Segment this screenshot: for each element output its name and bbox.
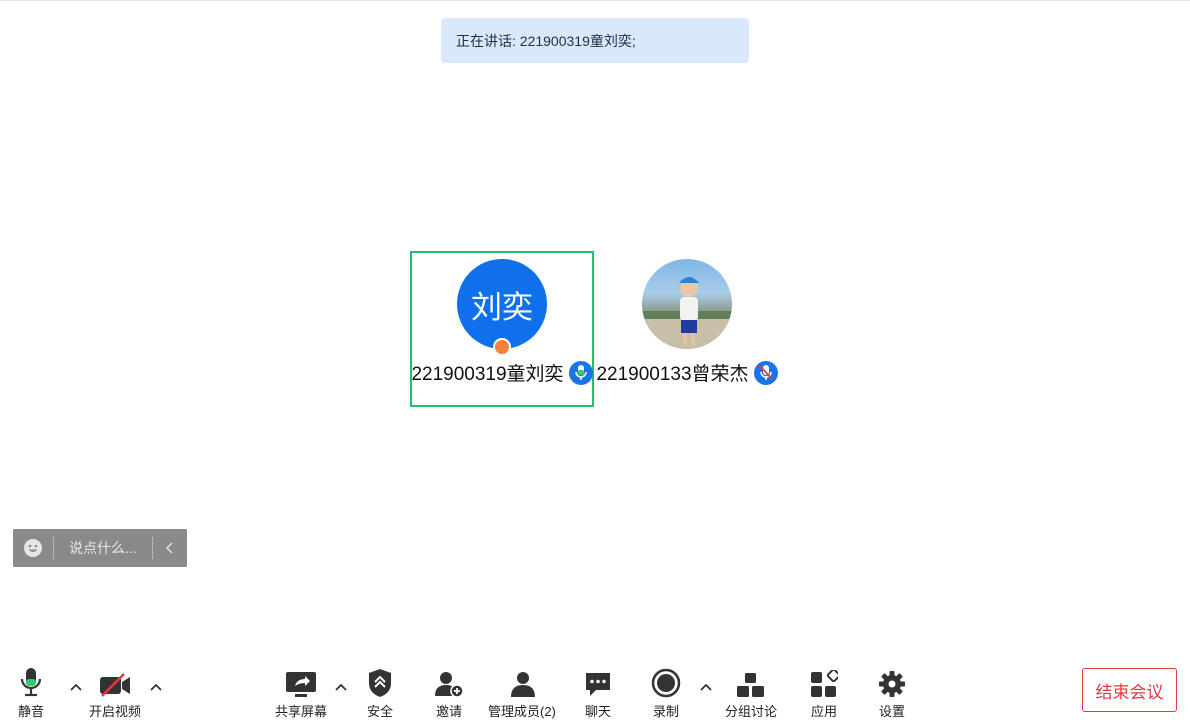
- apps-label: 应用: [810, 704, 837, 719]
- gear-icon: [878, 664, 906, 698]
- chat-input-bar[interactable]: 说点什么...: [13, 529, 187, 567]
- mic-muted-icon: [753, 360, 778, 385]
- participant-tile-1[interactable]: 刘奕 221900319童刘奕: [410, 251, 594, 407]
- microphone-icon: [18, 664, 44, 698]
- chat-label: 聊天: [584, 704, 611, 719]
- video-off-icon: [98, 664, 132, 698]
- shield-icon: [367, 664, 393, 698]
- chevron-left-icon[interactable]: [153, 542, 187, 554]
- chevron-up-icon[interactable]: [69, 680, 83, 694]
- video-label: 开启视频: [89, 704, 142, 719]
- apps-button[interactable]: 应用: [810, 664, 838, 720]
- invite-button[interactable]: 邀请: [434, 664, 464, 720]
- settings-button[interactable]: 设置: [878, 664, 906, 720]
- manage-members-button[interactable]: 管理成员(2): [488, 664, 556, 720]
- end-meeting-button[interactable]: 结束会议: [1082, 668, 1177, 712]
- chat-placeholder[interactable]: 说点什么...: [54, 538, 152, 558]
- top-divider: [0, 0, 1190, 1]
- chat-bubble-icon: [584, 664, 612, 698]
- host-icon: [493, 338, 511, 365]
- speaking-banner: 正在讲话: 221900319童刘奕;: [441, 18, 749, 63]
- mic-on-icon: [568, 360, 593, 385]
- participant-name: 221900133曾荣杰: [596, 364, 749, 385]
- breakout-rooms-button[interactable]: 分组讨论: [725, 664, 777, 720]
- record-label: 录制: [652, 704, 679, 719]
- record-button[interactable]: 录制: [651, 664, 681, 720]
- members-label: 管理成员(2): [488, 704, 556, 719]
- settings-label: 设置: [878, 704, 905, 719]
- chat-button[interactable]: 聊天: [584, 664, 612, 720]
- avatar: 刘奕: [457, 259, 547, 365]
- speaking-banner-text: 正在讲话: 221900319童刘奕;: [456, 32, 636, 49]
- add-user-icon: [434, 664, 464, 698]
- share-screen-icon: [285, 664, 317, 698]
- apps-icon: [810, 664, 838, 698]
- mute-label: 静音: [18, 704, 45, 719]
- security-button[interactable]: 安全: [367, 664, 393, 720]
- meeting-toolbar: 静音 开启视频 共享屏幕 安全 邀请 管理成员(2) 聊天 录制 分组讨论 应用…: [0, 660, 1190, 720]
- participant-tile-2[interactable]: 221900133曾荣杰: [595, 253, 779, 409]
- breakout-rooms-icon: [736, 664, 766, 698]
- participant-name: 221900319童刘奕: [411, 364, 564, 385]
- breakout-label: 分组讨论: [725, 704, 778, 719]
- share-label: 共享屏幕: [275, 704, 328, 719]
- share-screen-button[interactable]: 共享屏幕: [275, 664, 327, 720]
- chevron-up-icon[interactable]: [149, 680, 163, 694]
- mute-button[interactable]: 静音: [18, 664, 44, 720]
- emoji-icon[interactable]: [13, 538, 53, 558]
- chevron-up-icon[interactable]: [334, 680, 348, 694]
- security-label: 安全: [367, 704, 394, 719]
- invite-label: 邀请: [435, 704, 462, 719]
- record-icon: [651, 664, 681, 698]
- members-icon: [507, 664, 537, 698]
- avatar-initials: 刘奕: [471, 289, 533, 325]
- start-video-button[interactable]: 开启视频: [89, 664, 141, 720]
- avatar-photo: [642, 259, 732, 349]
- chevron-up-icon[interactable]: [699, 680, 713, 694]
- meeting-window: 正在讲话: 221900319童刘奕; 刘奕 221900319童刘奕 2219…: [0, 0, 1190, 720]
